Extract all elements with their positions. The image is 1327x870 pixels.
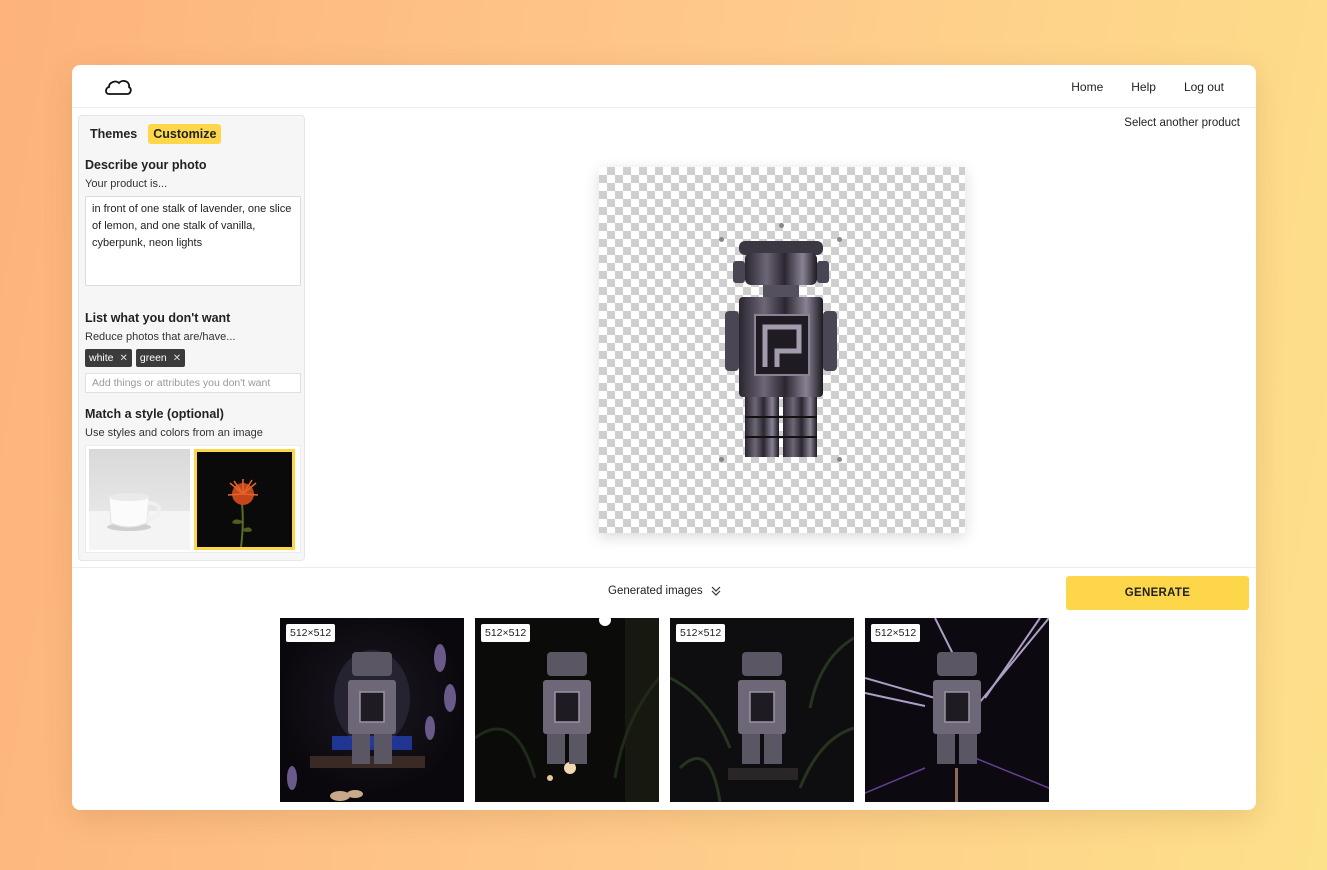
- style-thumbnails: [85, 445, 301, 553]
- mug-image: [89, 493, 190, 550]
- style-title: Match a style (optional): [85, 407, 224, 421]
- exclude-subtitle: Reduce photos that are/have...: [85, 331, 236, 343]
- generated-images-label: Generated images: [608, 585, 703, 597]
- result-image-3[interactable]: 512×512: [670, 618, 854, 802]
- size-badge: 512×512: [286, 624, 336, 642]
- top-nav: Home Help Log out: [1071, 65, 1224, 108]
- exclude-chips: white ✕ green ✕: [85, 349, 298, 367]
- flower-image: [227, 479, 259, 548]
- exclude-title: List what you don't want: [85, 311, 231, 325]
- product-in-scene: [933, 652, 981, 764]
- style-thumb-cup[interactable]: [89, 449, 190, 550]
- section-divider: [72, 567, 1256, 568]
- result-image-2[interactable]: 512×512: [475, 618, 659, 802]
- product-in-scene: [738, 652, 786, 764]
- result-image-4[interactable]: 512×512: [865, 618, 1049, 802]
- cloud-logo-icon[interactable]: [104, 77, 132, 97]
- double-chevron-down-icon: [711, 586, 721, 596]
- size-badge: 512×512: [481, 624, 531, 642]
- describe-subtitle: Your product is...: [85, 178, 168, 190]
- tab-themes[interactable]: Themes: [85, 124, 142, 144]
- generated-images-toggle[interactable]: Generated images: [608, 585, 721, 597]
- nav-home-link[interactable]: Home: [1071, 80, 1103, 94]
- describe-title: Describe your photo: [85, 158, 207, 172]
- size-badge: 512×512: [871, 624, 921, 642]
- chip-label: white: [89, 352, 114, 364]
- panel-tabs: Themes Customize: [85, 124, 298, 144]
- description-textarea[interactable]: in front of one stalk of lavender, one s…: [85, 196, 301, 286]
- select-another-product-link[interactable]: Select another product: [1124, 117, 1240, 129]
- generated-results: 512×512 512×512 512×512 512×512: [280, 618, 1049, 802]
- style-thumb-flower[interactable]: [194, 449, 295, 550]
- chip-white: white ✕: [85, 349, 132, 367]
- nav-help-link[interactable]: Help: [1131, 80, 1156, 94]
- product-canvas[interactable]: [599, 167, 965, 533]
- result-image-1[interactable]: 512×512: [280, 618, 464, 802]
- chip-label: green: [139, 352, 167, 364]
- style-subtitle: Use styles and colors from an image: [85, 427, 263, 439]
- tab-customize[interactable]: Customize: [148, 124, 222, 144]
- app-window: Home Help Log out Themes Customize Descr…: [72, 65, 1256, 810]
- customize-panel: Themes Customize Describe your photo You…: [78, 115, 305, 561]
- size-badge: 512×512: [676, 624, 726, 642]
- exclude-input[interactable]: [85, 373, 301, 393]
- generate-button[interactable]: GENERATE: [1066, 576, 1249, 610]
- product-in-scene: [348, 652, 396, 764]
- close-icon[interactable]: ✕: [173, 353, 181, 364]
- product-robot-bottle[interactable]: [723, 239, 843, 461]
- nav-logout-link[interactable]: Log out: [1184, 80, 1224, 94]
- rotate-handle[interactable]: [779, 223, 784, 228]
- chip-green: green ✕: [135, 349, 186, 367]
- product-in-scene: [543, 652, 591, 764]
- top-bar: Home Help Log out: [72, 65, 1256, 108]
- close-icon[interactable]: ✕: [120, 353, 128, 364]
